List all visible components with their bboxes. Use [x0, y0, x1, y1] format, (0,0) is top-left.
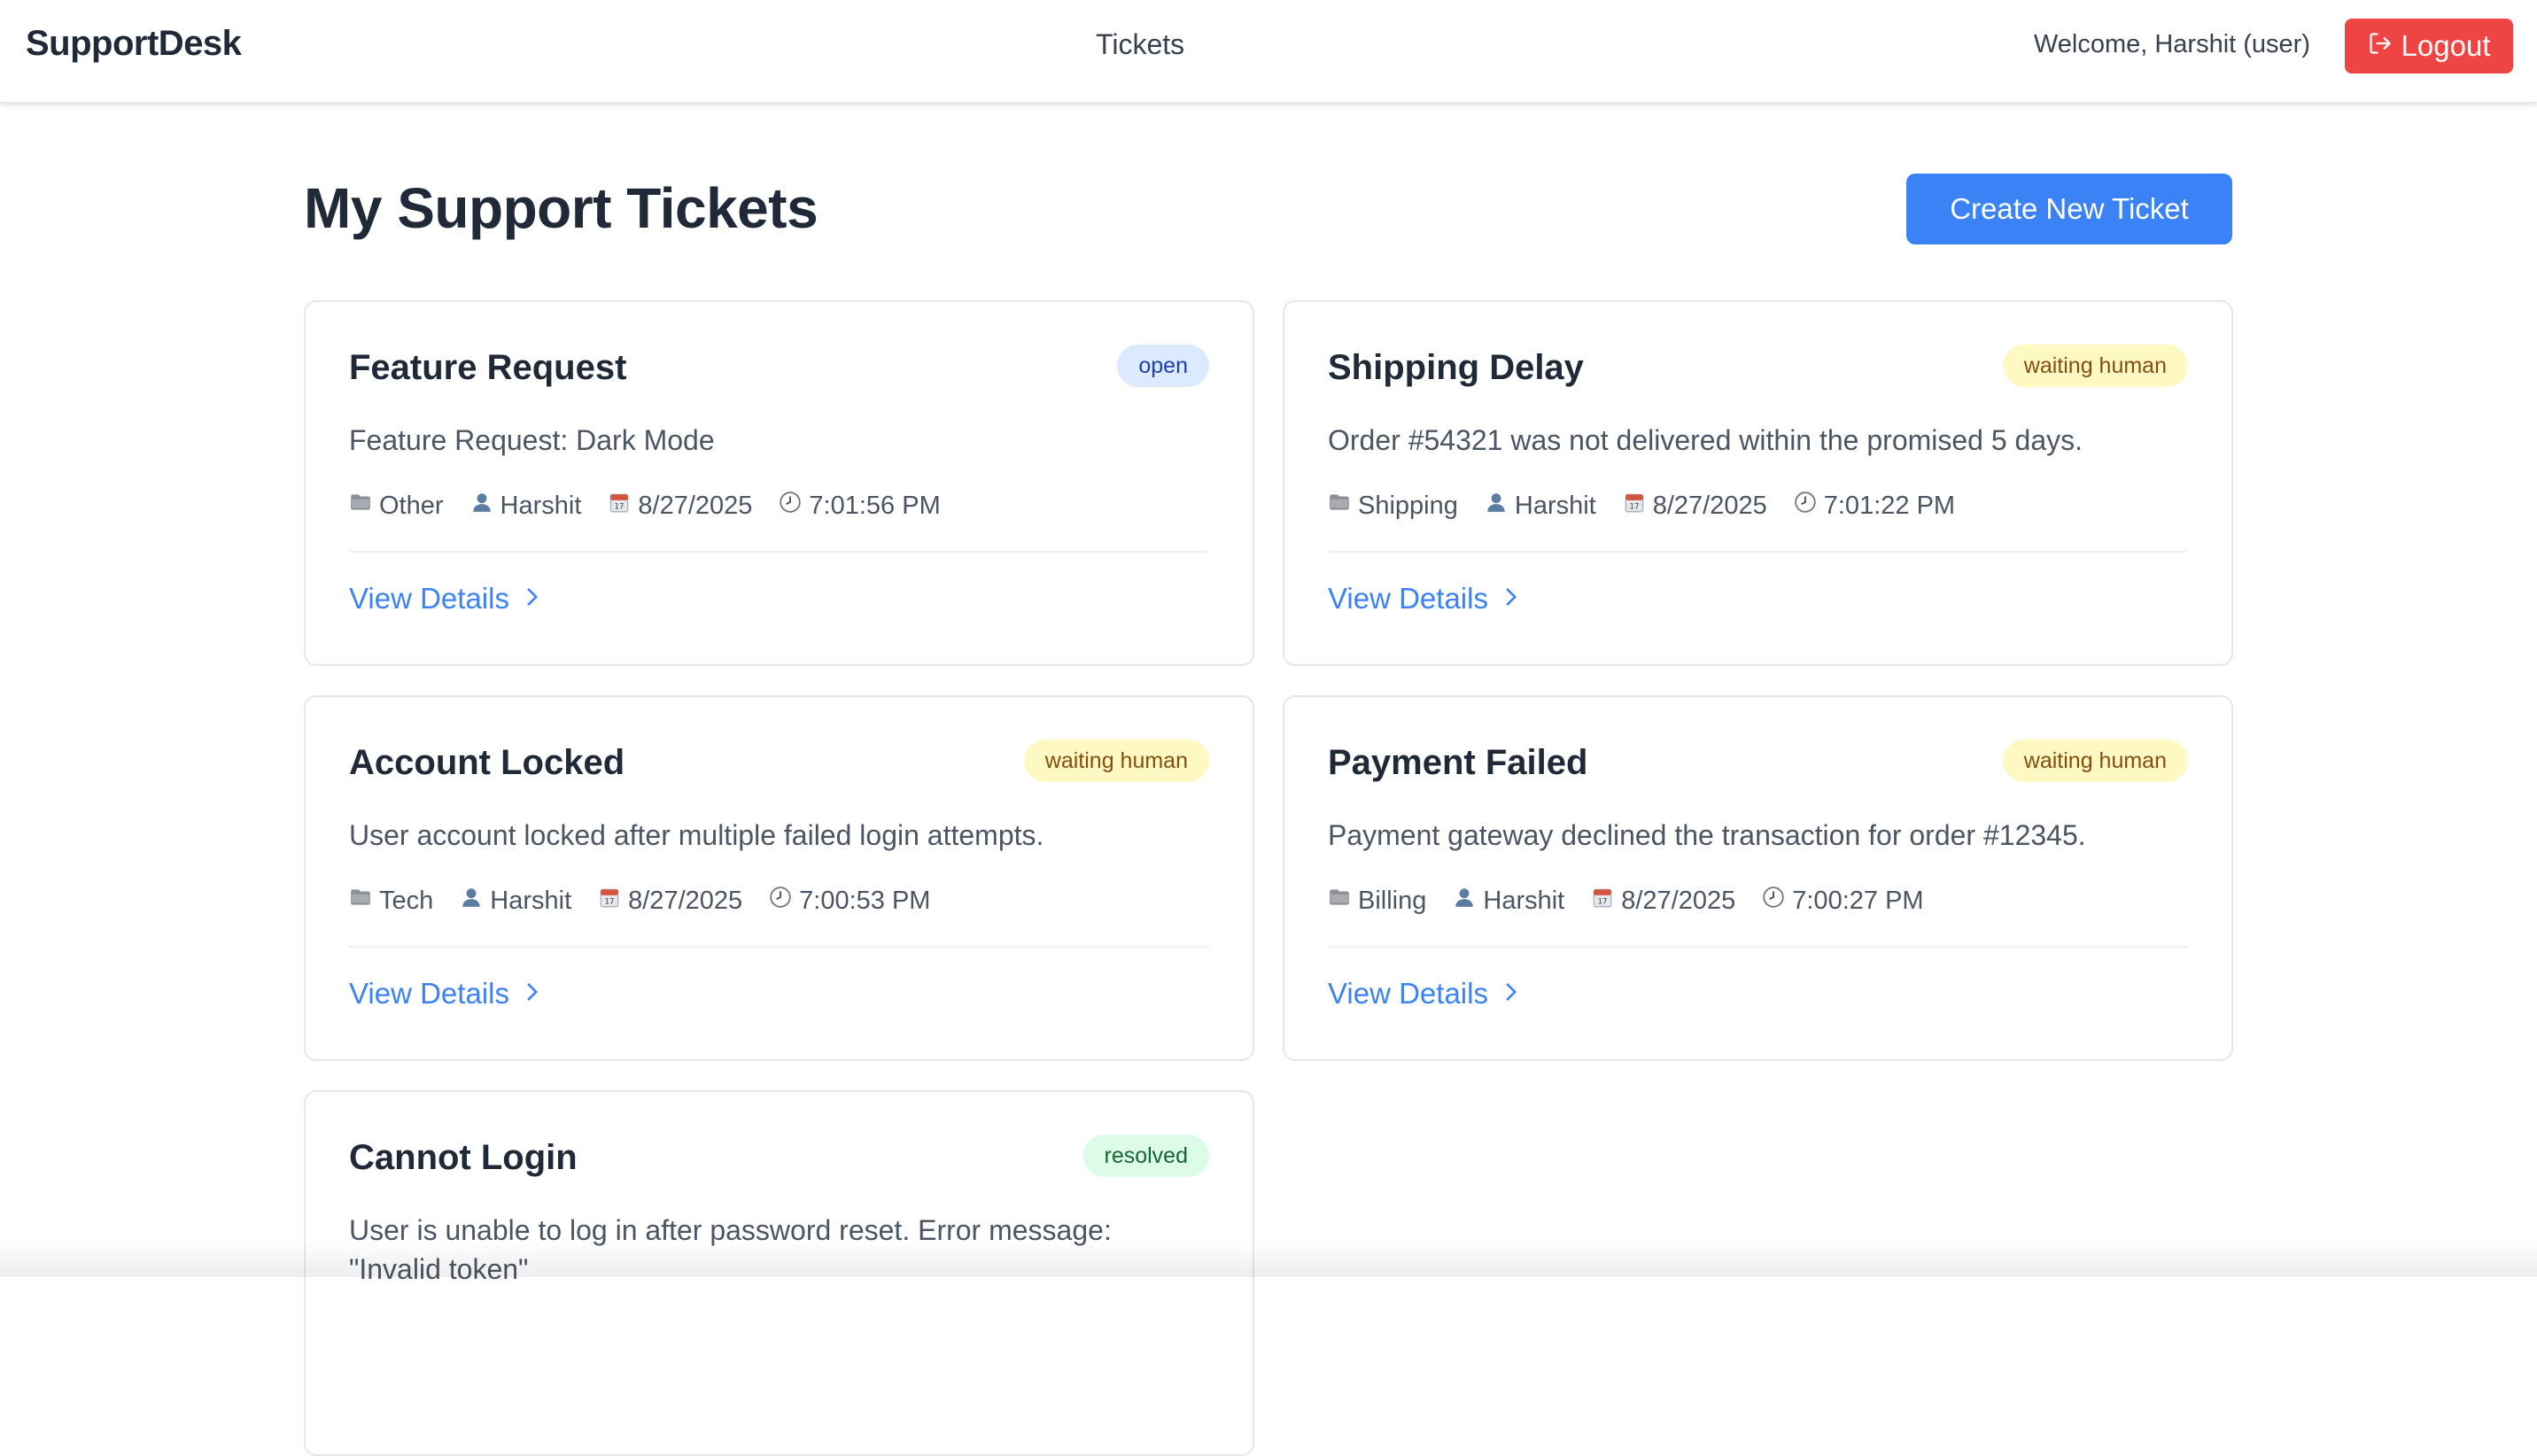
view-details-label: View Details [349, 977, 509, 1010]
ticket-meta: Other Harshit 17 8/27/2025 7:01:56 PM [349, 491, 941, 521]
svg-text:17: 17 [1629, 503, 1639, 512]
view-details-link[interactable]: View Details [349, 582, 541, 616]
card-divider [349, 551, 1209, 553]
ticket-description: Payment gateway declined the transaction… [1328, 819, 2086, 851]
user-icon [1485, 491, 1508, 521]
ticket-card: Account Locked waiting human User accoun… [304, 695, 1254, 1061]
chevron-right-icon [1501, 977, 1520, 1011]
ticket-time: 7:00:27 PM [1792, 886, 1924, 915]
ticket-description: Order #54321 was not delivered within th… [1328, 424, 2083, 456]
calendar-icon: 17 [598, 886, 621, 916]
status-badge: waiting human [1023, 740, 1209, 782]
ticket-time: 7:01:56 PM [809, 491, 941, 520]
ticket-time: 7:00:53 PM [799, 886, 931, 915]
chevron-right-icon [522, 977, 541, 1011]
ticket-user: Harshit [490, 886, 572, 915]
welcome-text: Welcome, Harshit (user) [2033, 30, 2310, 58]
ticket-user: Harshit [1483, 886, 1565, 915]
view-details-label: View Details [1328, 977, 1488, 1010]
folder-icon [349, 886, 372, 916]
card-divider [1328, 551, 2188, 553]
user-icon [470, 491, 493, 521]
ticket-category: Other [379, 491, 444, 520]
view-details-link[interactable]: View Details [349, 977, 541, 1011]
status-badge: open [1117, 345, 1209, 387]
ticket-date: 8/27/2025 [628, 886, 743, 915]
logout-icon [2368, 29, 2393, 63]
ticket-date: 8/27/2025 [1621, 886, 1736, 915]
chevron-right-icon [1501, 582, 1520, 616]
ticket-category: Billing [1358, 886, 1427, 915]
card-divider [1328, 946, 2188, 948]
status-badge: waiting human [2002, 740, 2188, 782]
ticket-category: Tech [379, 886, 434, 915]
ticket-title: Account Locked [349, 743, 625, 782]
ticket-date: 8/27/2025 [1652, 491, 1767, 520]
ticket-meta: Tech Harshit 17 8/27/2025 7:00:53 PM [349, 886, 930, 916]
folder-icon [349, 491, 372, 521]
ticket-user: Harshit [1514, 491, 1596, 520]
ticket-meta: Shipping Harshit 17 8/27/2025 7:01:22 PM [1328, 491, 1955, 521]
ticket-time: 7:01:22 PM [1823, 491, 1956, 520]
clock-icon [1762, 886, 1785, 916]
svg-text:17: 17 [605, 898, 615, 907]
calendar-icon: 17 [1623, 491, 1646, 521]
create-ticket-button[interactable]: Create New Ticket [1906, 174, 2232, 244]
clock-icon [1794, 491, 1817, 521]
brand-logo[interactable]: SupportDesk [26, 24, 242, 64]
ticket-description: Feature Request: Dark Mode [349, 424, 715, 456]
ticket-user: Harshit [500, 491, 582, 520]
clock-icon [769, 886, 792, 916]
ticket-title: Cannot Login [349, 1138, 578, 1177]
ticket-title: Feature Request [349, 348, 627, 387]
chevron-right-icon [522, 582, 541, 616]
user-icon [460, 886, 483, 916]
view-details-label: View Details [1328, 582, 1488, 615]
status-badge: resolved [1082, 1135, 1209, 1177]
ticket-date: 8/27/2025 [638, 491, 753, 520]
folder-icon [1328, 491, 1351, 521]
scroll-fade [0, 1240, 2537, 1277]
calendar-icon: 17 [1591, 886, 1614, 916]
svg-text:17: 17 [1598, 898, 1608, 907]
ticket-category: Shipping [1358, 491, 1458, 520]
view-details-link[interactable]: View Details [1328, 582, 1520, 616]
ticket-title: Shipping Delay [1328, 348, 1584, 387]
ticket-description: User account locked after multiple faile… [349, 819, 1044, 851]
user-icon [1453, 886, 1476, 916]
calendar-icon: 17 [608, 491, 631, 521]
ticket-card: Shipping Delay waiting human Order #5432… [1283, 300, 2233, 666]
page-title: My Support Tickets [304, 176, 819, 240]
logout-button[interactable]: Logout [2345, 19, 2513, 74]
ticket-title: Payment Failed [1328, 743, 1588, 782]
card-divider [349, 946, 1209, 948]
svg-text:17: 17 [615, 503, 625, 512]
top-navbar: SupportDesk Tickets Welcome, Harshit (us… [0, 0, 2537, 103]
clock-icon [779, 491, 802, 521]
view-details-label: View Details [349, 582, 509, 615]
status-badge: waiting human [2002, 345, 2188, 387]
folder-icon [1328, 886, 1351, 916]
nav-link-tickets[interactable]: Tickets [1096, 28, 1184, 61]
ticket-meta: Billing Harshit 17 8/27/2025 7:00:27 PM [1328, 886, 1924, 916]
ticket-card: Feature Request open Feature Request: Da… [304, 300, 1254, 666]
logout-label: Logout [2401, 29, 2491, 62]
ticket-card: Payment Failed waiting human Payment gat… [1283, 695, 2233, 1061]
view-details-link[interactable]: View Details [1328, 977, 1520, 1011]
